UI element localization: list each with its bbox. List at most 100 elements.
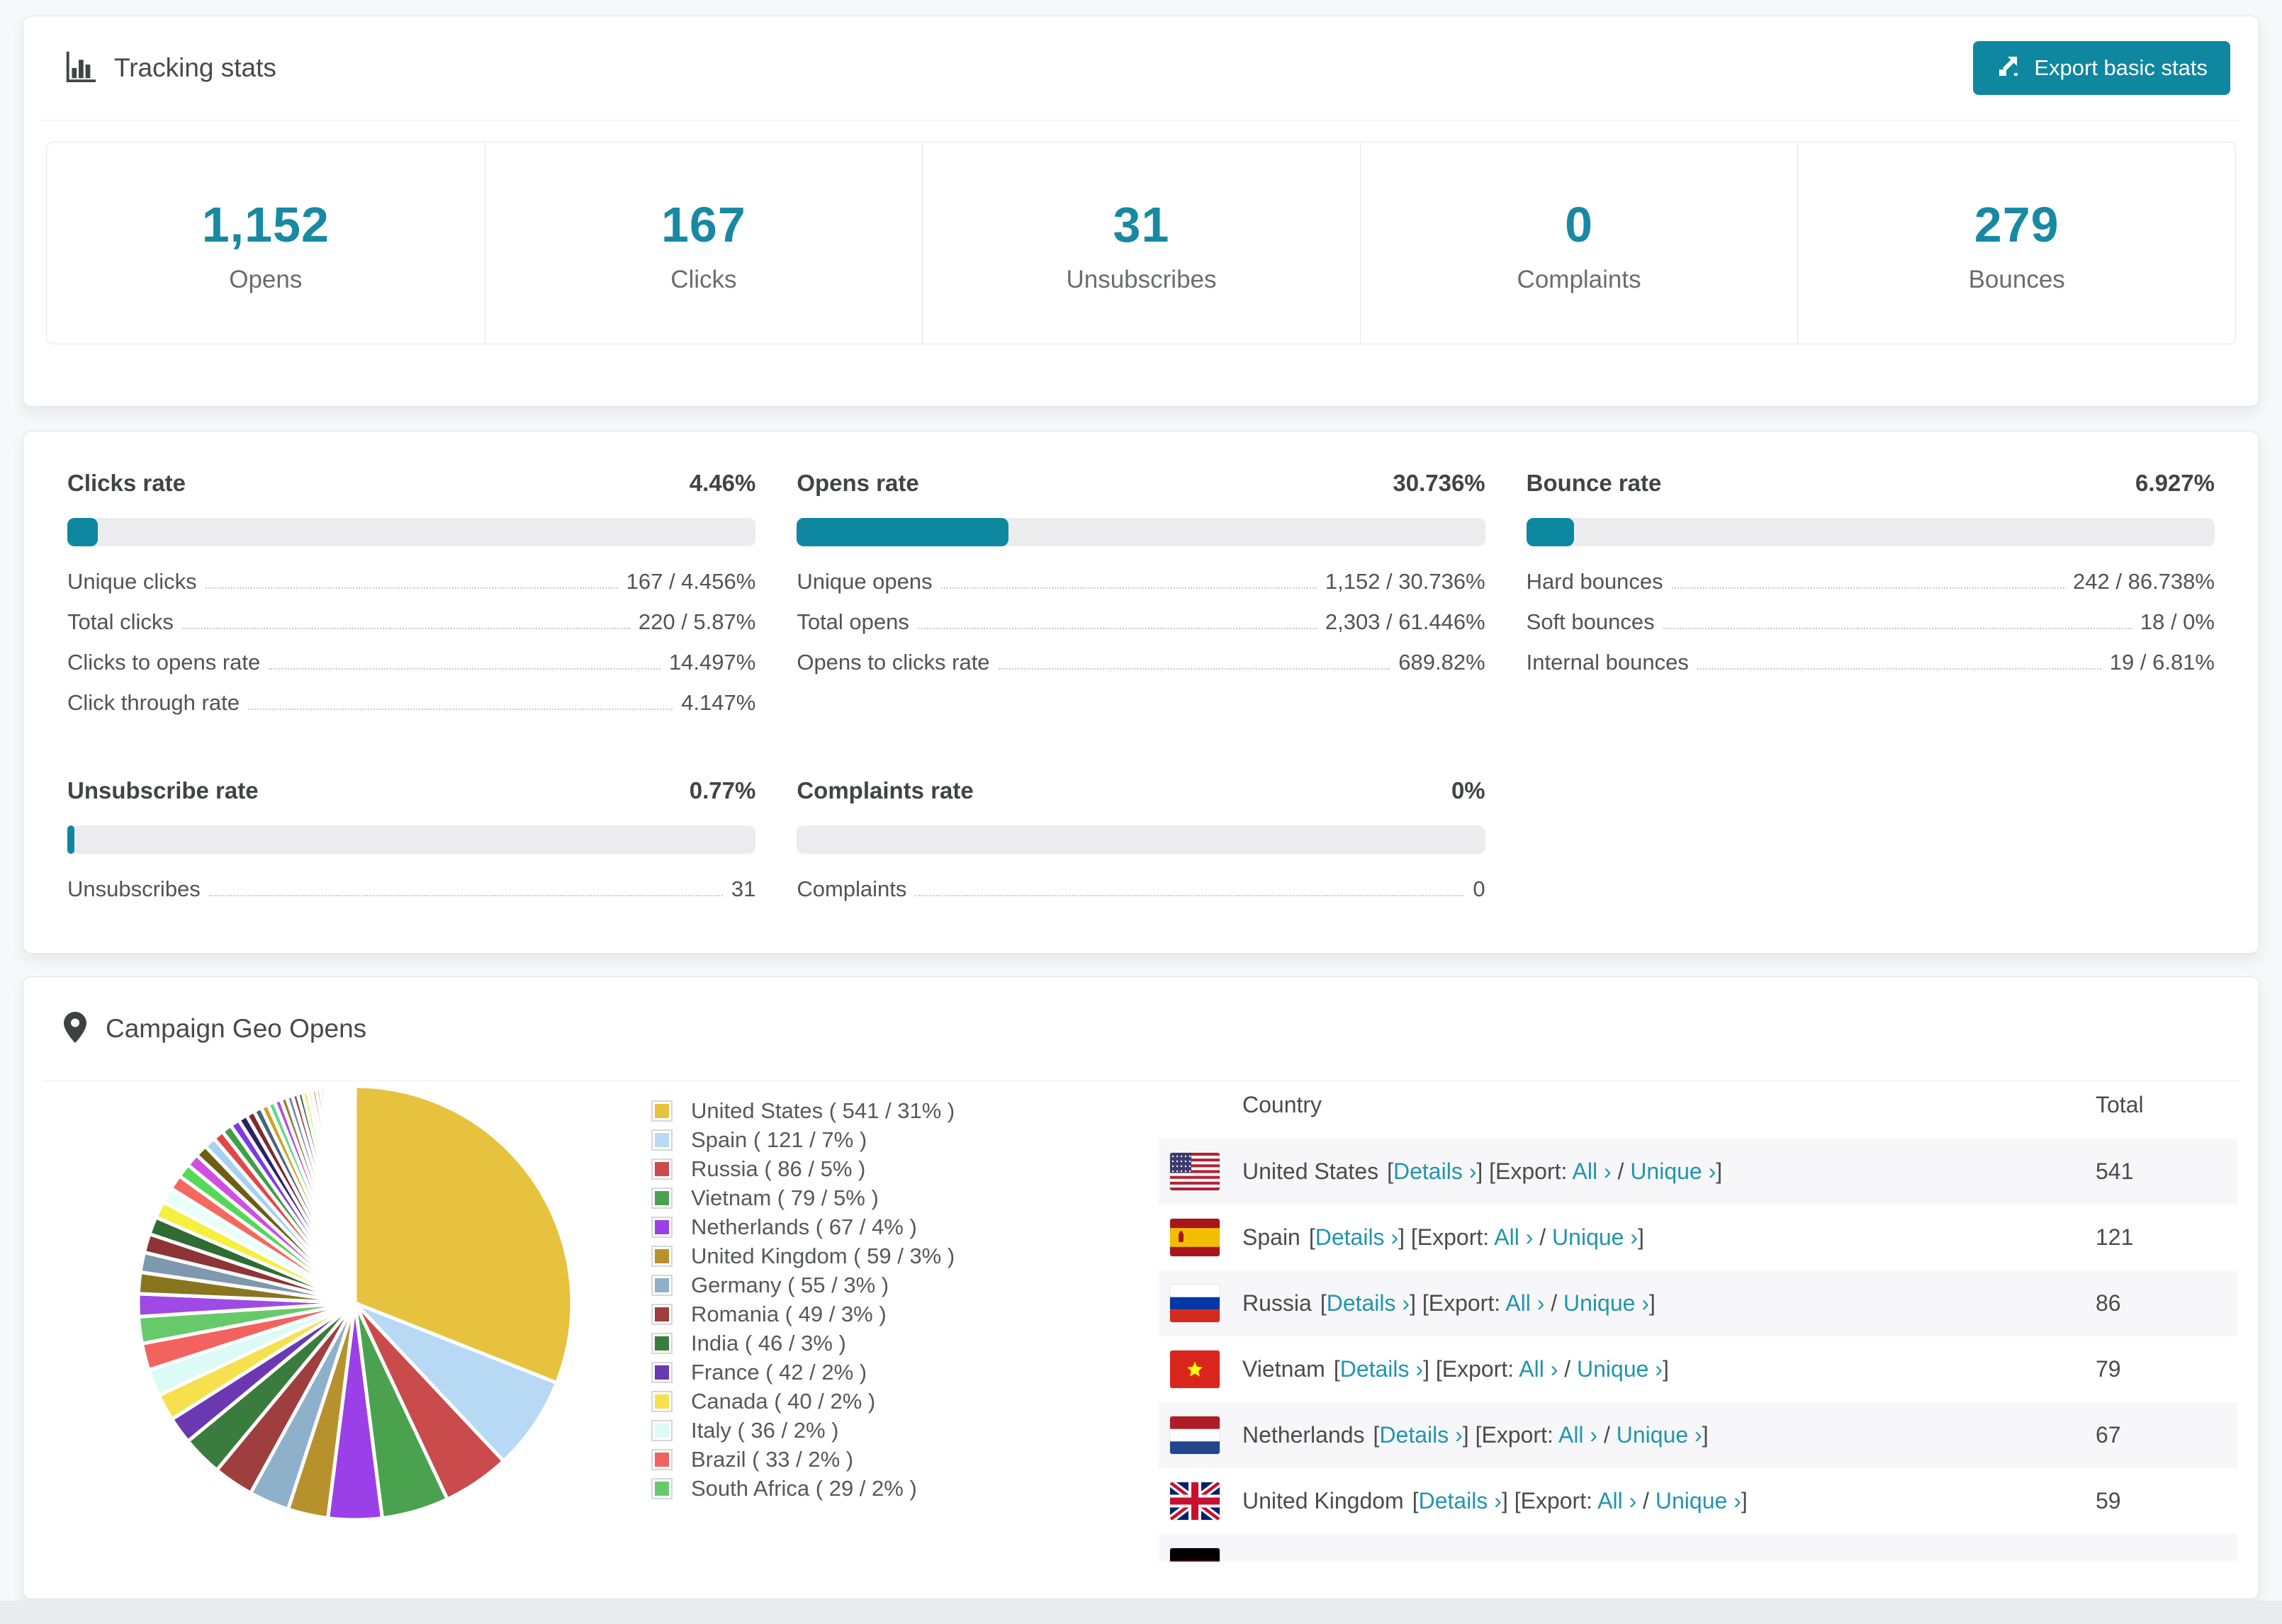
country-total: 121 xyxy=(2096,1224,2134,1250)
legend-swatch xyxy=(651,1448,673,1470)
bracket-text: [ xyxy=(1320,1290,1327,1316)
country-total: 59 xyxy=(2096,1488,2121,1513)
bar-chart-icon xyxy=(63,50,96,86)
campaign-geo-opens-card: Campaign Geo Opens United States ( 541 /… xyxy=(23,976,2259,1599)
export-button-label: Export basic stats xyxy=(2034,55,2208,80)
details-link[interactable]: Details › xyxy=(1419,1488,1502,1513)
legend-swatch xyxy=(651,1158,673,1180)
rate-progress-track xyxy=(67,518,756,546)
rate-detail-label: Click through rate xyxy=(67,690,240,715)
pie-slice[interactable] xyxy=(351,1084,357,1305)
dotted-leader xyxy=(915,895,1465,896)
export-unique-link[interactable]: Unique › xyxy=(1552,1224,1638,1250)
export-unique-link[interactable]: Unique › xyxy=(1630,1158,1716,1184)
export-all-link[interactable]: All › xyxy=(1573,1158,1612,1184)
rate-progress-fill xyxy=(67,825,74,854)
country-name: United States xyxy=(1242,1158,1379,1184)
country-name: Vietnam xyxy=(1242,1356,1325,1382)
stat-cell: 31 Unsubscribes xyxy=(922,142,1360,344)
legend-item[interactable]: United States ( 541 / 31% ) xyxy=(651,1096,955,1125)
rate-title: Opens rate xyxy=(797,470,919,496)
rate-detail-value: 19 / 6.81% xyxy=(2109,650,2215,675)
rate-progress-fill xyxy=(1526,518,1574,546)
export-all-link[interactable]: All › xyxy=(1558,1422,1597,1448)
legend-item[interactable]: Germany ( 55 / 3% ) xyxy=(651,1270,955,1299)
legend-item[interactable]: Spain ( 121 / 7% ) xyxy=(651,1125,955,1154)
legend-item[interactable]: Italy ( 36 / 2% ) xyxy=(651,1416,955,1445)
details-link[interactable]: Details › xyxy=(1315,1224,1398,1250)
legend-item[interactable]: India ( 46 / 3% ) xyxy=(651,1329,955,1358)
rate-progress-fill xyxy=(67,518,99,546)
export-basic-stats-button[interactable]: Export basic stats xyxy=(1973,41,2230,95)
export-unique-link[interactable]: Unique › xyxy=(1563,1290,1649,1316)
legend-item[interactable]: Brazil ( 33 / 2% ) xyxy=(651,1445,955,1474)
details-link[interactable]: Details › xyxy=(1340,1356,1423,1382)
rate-percent: 0% xyxy=(1451,777,1485,803)
rate-progress-track xyxy=(797,518,1485,546)
legend-item[interactable]: Romania ( 49 / 3% ) xyxy=(651,1299,955,1329)
rate-detail-label: Total clicks xyxy=(67,609,174,634)
export-text: ] [Export: xyxy=(1410,1290,1506,1316)
flag-us-icon xyxy=(1170,1153,1220,1190)
legend-label: India ( 46 / 3% ) xyxy=(691,1330,846,1355)
rate-detail-label: Unsubscribes xyxy=(67,876,201,901)
rate-detail-label: Unique clicks xyxy=(67,569,197,594)
rate-detail-value: 2,303 / 61.446% xyxy=(1325,609,1485,634)
rate-percent: 4.46% xyxy=(689,470,756,496)
rate-progress-fill xyxy=(797,518,1008,546)
rate-detail-row: Complaints 0 xyxy=(797,876,1485,917)
separator-text: / xyxy=(1544,1290,1564,1316)
flag-vn-icon xyxy=(1170,1350,1220,1388)
legend-item[interactable]: Canada ( 40 / 2% ) xyxy=(651,1387,955,1416)
rate-detail-row: Unique opens 1,152 / 30.736% xyxy=(797,569,1485,609)
details-link[interactable]: Details › xyxy=(1379,1422,1462,1448)
geo-section-title: Campaign Geo Opens xyxy=(106,1014,367,1043)
export-all-link[interactable]: All › xyxy=(1597,1488,1636,1513)
rate-title: Complaints rate xyxy=(797,777,974,803)
export-all-link[interactable]: All › xyxy=(1505,1290,1544,1316)
stat-value: 279 xyxy=(1974,197,2059,252)
rate-detail-value: 14.497% xyxy=(668,650,756,675)
stat-cell: 279 Bounces xyxy=(1797,142,2235,344)
legend-item[interactable]: France ( 42 / 2% ) xyxy=(651,1358,955,1387)
legend-item[interactable]: Russia ( 86 / 5% ) xyxy=(651,1154,955,1183)
details-link[interactable]: Details › xyxy=(1327,1290,1410,1316)
flag-ru-icon xyxy=(1170,1285,1220,1322)
export-unique-link[interactable]: Unique › xyxy=(1577,1356,1663,1382)
bracket-text: [ xyxy=(1333,1356,1340,1382)
export-unique-link[interactable]: Unique › xyxy=(1617,1422,1702,1448)
rate-detail-value: 220 / 5.87% xyxy=(638,609,756,634)
rates-grid: Clicks rate 4.46% Unique clicks 167 / 4.… xyxy=(23,432,2259,955)
export-unique-link[interactable]: Unique › xyxy=(1656,1488,1741,1513)
stat-label: Opens xyxy=(229,266,303,293)
stat-value: 0 xyxy=(1565,197,1594,252)
country-links: [Details ›] [Export: All › / Unique ›] xyxy=(1320,1290,1656,1316)
stat-value: 1,152 xyxy=(201,197,330,252)
rate-detail-label: Clicks to opens rate xyxy=(67,650,261,675)
bracket-text: ] xyxy=(1648,1290,1656,1316)
rate-percent: 6.927% xyxy=(2135,470,2215,496)
dotted-leader xyxy=(1671,587,2065,589)
rate-detail-value: 0 xyxy=(1473,876,1485,901)
legend-swatch xyxy=(651,1419,673,1441)
legend-item[interactable]: Vietnam ( 79 / 5% ) xyxy=(651,1183,955,1212)
flag-es-icon xyxy=(1170,1219,1220,1256)
stat-label: Bounces xyxy=(1968,266,2065,293)
separator-text: / xyxy=(1611,1158,1631,1184)
legend-item[interactable]: South Africa ( 29 / 2% ) xyxy=(651,1474,955,1503)
geo-table-row-gb: United Kingdom [Details ›] [Export: All … xyxy=(1159,1468,2237,1534)
export-all-link[interactable]: All › xyxy=(1494,1224,1533,1250)
details-link[interactable]: Details › xyxy=(1393,1158,1476,1184)
flag-us-icon xyxy=(1170,1153,1220,1190)
export-all-link[interactable]: All › xyxy=(1519,1356,1558,1382)
legend-item[interactable]: United Kingdom ( 59 / 3% ) xyxy=(651,1241,955,1270)
rate-title: Clicks rate xyxy=(67,470,186,496)
legend-label: Netherlands ( 67 / 4% ) xyxy=(691,1214,917,1239)
legend-item[interactable]: Netherlands ( 67 / 4% ) xyxy=(651,1212,955,1241)
flag-de-icon xyxy=(1170,1548,1220,1562)
country-name: Spain xyxy=(1242,1224,1300,1250)
rate-detail-value: 31 xyxy=(731,876,756,901)
rate-section-opens-rate: Opens rate 30.736% Unique opens 1,152 / … xyxy=(797,470,1485,731)
rate-detail-label: Unique opens xyxy=(797,569,933,594)
country-total: 79 xyxy=(2096,1356,2121,1382)
